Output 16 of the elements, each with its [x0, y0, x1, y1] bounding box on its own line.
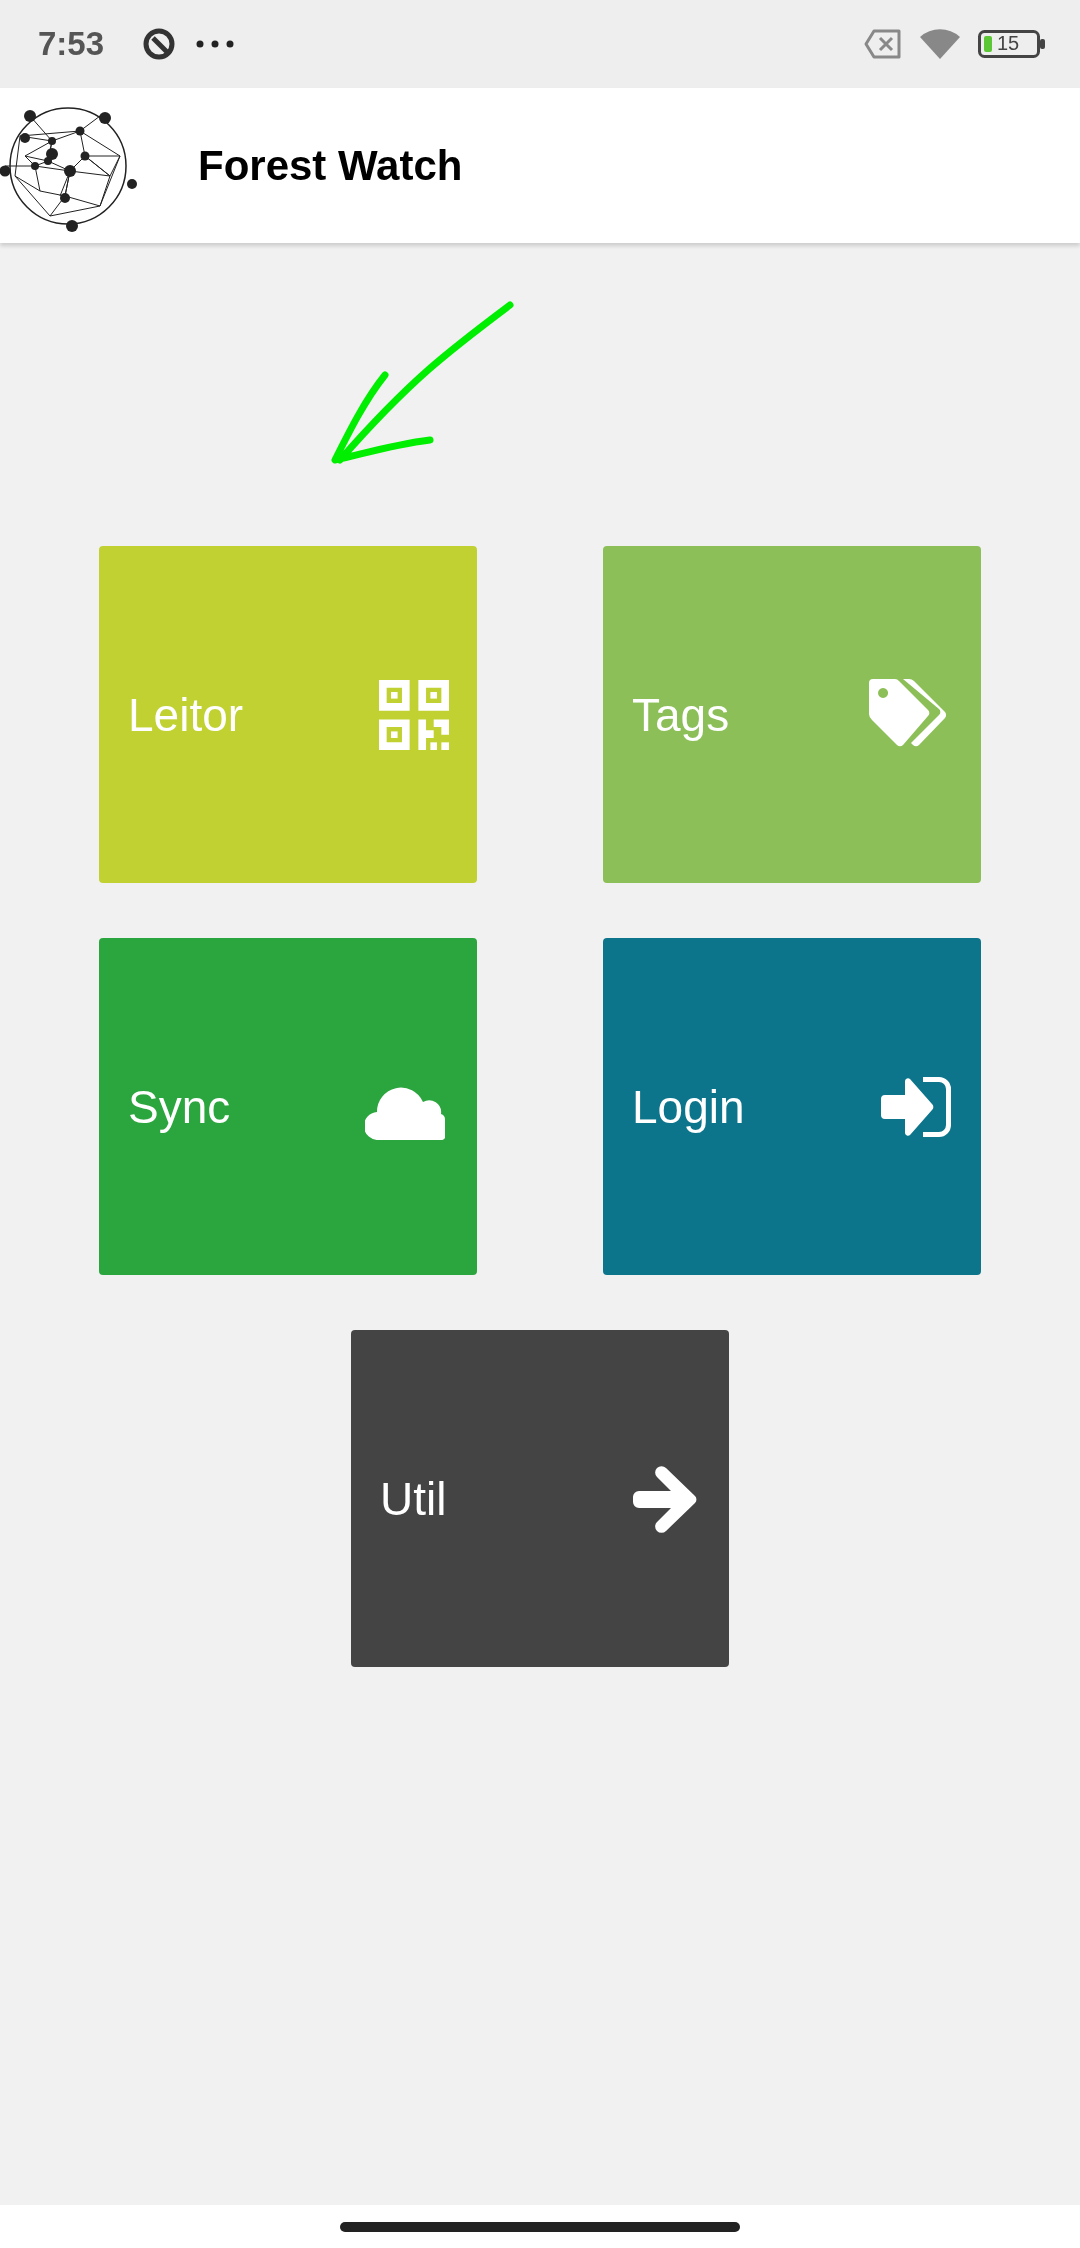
login-icon — [881, 1076, 953, 1137]
notification-icon — [142, 27, 177, 61]
more-icon — [196, 40, 235, 48]
home-indicator[interactable] — [340, 2221, 740, 2232]
menu-tile[interactable]: Sync — [99, 938, 477, 1275]
menu-tile[interactable]: Tags — [603, 546, 981, 883]
wifi-icon — [920, 29, 960, 59]
battery-icon — [978, 30, 1046, 58]
menu-tile[interactable]: Login — [603, 938, 981, 1275]
status-time: 7:53 — [38, 25, 105, 63]
qr-code-icon — [379, 679, 449, 750]
menu-tile[interactable]: Util — [351, 1330, 729, 1667]
battery-level: 15 — [997, 33, 1020, 53]
sim-icon — [864, 29, 902, 59]
app-title: Forest Watch — [198, 141, 463, 190]
menu-tile[interactable]: Leitor — [99, 546, 477, 883]
